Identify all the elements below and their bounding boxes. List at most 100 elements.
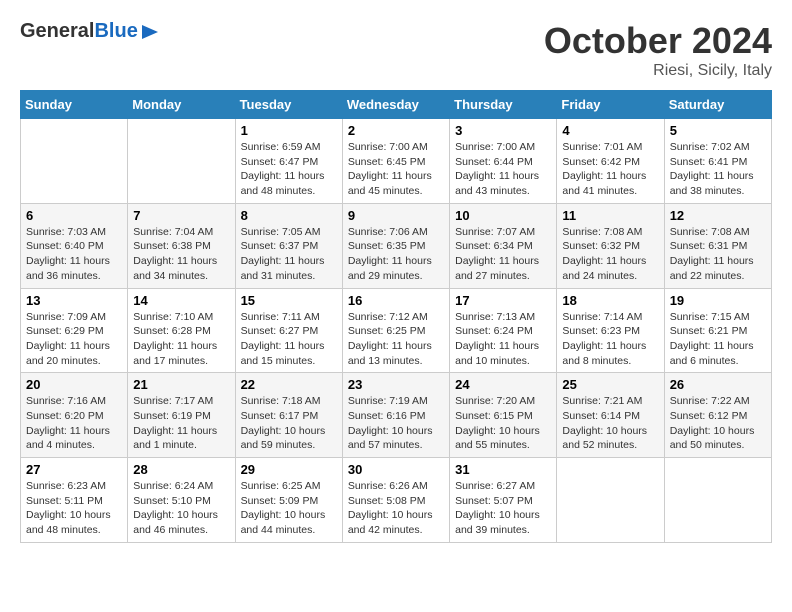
day-number: 22 [241,377,337,392]
calendar-cell [21,119,128,204]
calendar-cell: 19 Sunrise: 7:15 AM Sunset: 6:21 PM Dayli… [664,288,771,373]
day-info: Sunrise: 7:07 AM Sunset: 6:34 PM Dayligh… [455,225,551,284]
day-info: Sunrise: 7:21 AM Sunset: 6:14 PM Dayligh… [562,394,658,453]
calendar-cell: 15Sunrise: 7:11 AM Sunset: 6:27 PM Dayli… [235,288,342,373]
day-number: 9 [348,208,444,223]
calendar-cell: 4 Sunrise: 7:01 AM Sunset: 6:42 PM Daylig… [557,119,664,204]
calendar-cell: 6 Sunrise: 7:03 AM Sunset: 6:40 PM Daylig… [21,203,128,288]
day-number: 1 [241,123,337,138]
day-number: 13 [26,293,122,308]
calendar-cell: 12 Sunrise: 7:08 AM Sunset: 6:31 PM Dayli… [664,203,771,288]
day-number: 11 [562,208,658,223]
day-number: 2 [348,123,444,138]
day-number: 27 [26,462,122,477]
weekday-header-tuesday: Tuesday [235,91,342,119]
calendar-cell: 9 Sunrise: 7:06 AM Sunset: 6:35 PM Daylig… [342,203,449,288]
calendar-cell: 25 Sunrise: 7:21 AM Sunset: 6:14 PM Dayli… [557,373,664,458]
month-title: October 2024 [544,20,772,62]
calendar-cell: 7Sunrise: 7:04 AM Sunset: 6:38 PM Daylig… [128,203,235,288]
day-number: 5 [670,123,766,138]
weekday-header-sunday: Sunday [21,91,128,119]
calendar-cell: 18Sunrise: 7:14 AM Sunset: 6:23 PM Dayli… [557,288,664,373]
logo-blue: Blue [94,20,137,43]
day-info: Sunrise: 7:09 AM Sunset: 6:29 PM Dayligh… [26,310,122,369]
day-info: Sunrise: 6:26 AM Sunset: 5:08 PM Dayligh… [348,479,444,538]
calendar-cell: 13 Sunrise: 7:09 AM Sunset: 6:29 PM Dayli… [21,288,128,373]
logo-arrow-icon [138,21,160,43]
calendar-cell: 23 Sunrise: 7:19 AM Sunset: 6:16 PM Dayli… [342,373,449,458]
day-number: 20 [26,377,122,392]
day-number: 12 [670,208,766,223]
day-number: 28 [133,462,229,477]
calendar-cell: 30Sunrise: 6:26 AM Sunset: 5:08 PM Dayli… [342,458,449,543]
day-info: Sunrise: 7:08 AM Sunset: 6:32 PM Dayligh… [562,225,658,284]
day-info: Sunrise: 7:20 AM Sunset: 6:15 PM Dayligh… [455,394,551,453]
calendar-week-row: 1 Sunrise: 6:59 AM Sunset: 6:47 PM Daylig… [21,119,772,204]
day-info: Sunrise: 7:00 AM Sunset: 6:45 PM Dayligh… [348,140,444,199]
weekday-header-thursday: Thursday [450,91,557,119]
day-info: Sunrise: 7:14 AM Sunset: 6:23 PM Dayligh… [562,310,658,369]
weekday-header-monday: Monday [128,91,235,119]
calendar-cell [128,119,235,204]
page-header: General Blue October 2024 Riesi, Sicily,… [20,20,772,80]
calendar-cell: 24 Sunrise: 7:20 AM Sunset: 6:15 PM Dayli… [450,373,557,458]
calendar-cell: 28 Sunrise: 6:24 AM Sunset: 5:10 PM Dayli… [128,458,235,543]
day-info: Sunrise: 7:10 AM Sunset: 6:28 PM Dayligh… [133,310,229,369]
day-info: Sunrise: 7:15 AM Sunset: 6:21 PM Dayligh… [670,310,766,369]
calendar-header-row: SundayMondayTuesdayWednesdayThursdayFrid… [21,91,772,119]
day-info: Sunrise: 7:08 AM Sunset: 6:31 PM Dayligh… [670,225,766,284]
calendar-cell: 27Sunrise: 6:23 AM Sunset: 5:11 PM Dayli… [21,458,128,543]
day-info: Sunrise: 6:24 AM Sunset: 5:10 PM Dayligh… [133,479,229,538]
day-number: 25 [562,377,658,392]
day-number: 6 [26,208,122,223]
calendar-cell: 11 Sunrise: 7:08 AM Sunset: 6:32 PM Dayli… [557,203,664,288]
day-info: Sunrise: 7:22 AM Sunset: 6:12 PM Dayligh… [670,394,766,453]
day-number: 29 [241,462,337,477]
weekday-header-saturday: Saturday [664,91,771,119]
calendar-cell: 31Sunrise: 6:27 AM Sunset: 5:07 PM Dayli… [450,458,557,543]
day-info: Sunrise: 7:03 AM Sunset: 6:40 PM Dayligh… [26,225,122,284]
calendar-cell [557,458,664,543]
calendar-cell: 5 Sunrise: 7:02 AM Sunset: 6:41 PM Daylig… [664,119,771,204]
logo-general: General [20,20,94,43]
day-info: Sunrise: 7:19 AM Sunset: 6:16 PM Dayligh… [348,394,444,453]
day-number: 26 [670,377,766,392]
day-number: 19 [670,293,766,308]
day-info: Sunrise: 7:12 AM Sunset: 6:25 PM Dayligh… [348,310,444,369]
day-number: 3 [455,123,551,138]
calendar-week-row: 13 Sunrise: 7:09 AM Sunset: 6:29 PM Dayli… [21,288,772,373]
location-subtitle: Riesi, Sicily, Italy [544,62,772,80]
calendar-cell: 29 Sunrise: 6:25 AM Sunset: 5:09 PM Dayli… [235,458,342,543]
calendar-cell [664,458,771,543]
day-number: 14 [133,293,229,308]
calendar-week-row: 6 Sunrise: 7:03 AM Sunset: 6:40 PM Daylig… [21,203,772,288]
calendar-cell: 21Sunrise: 7:17 AM Sunset: 6:19 PM Dayli… [128,373,235,458]
weekday-header-friday: Friday [557,91,664,119]
day-number: 16 [348,293,444,308]
day-number: 23 [348,377,444,392]
day-info: Sunrise: 6:25 AM Sunset: 5:09 PM Dayligh… [241,479,337,538]
calendar-cell: 14 Sunrise: 7:10 AM Sunset: 6:28 PM Dayli… [128,288,235,373]
calendar-cell: 2 Sunrise: 7:00 AM Sunset: 6:45 PM Daylig… [342,119,449,204]
day-info: Sunrise: 7:13 AM Sunset: 6:24 PM Dayligh… [455,310,551,369]
day-number: 4 [562,123,658,138]
day-number: 8 [241,208,337,223]
day-info: Sunrise: 7:01 AM Sunset: 6:42 PM Dayligh… [562,140,658,199]
day-info: Sunrise: 6:59 AM Sunset: 6:47 PM Dayligh… [241,140,337,199]
calendar-cell: 3 Sunrise: 7:00 AM Sunset: 6:44 PM Daylig… [450,119,557,204]
day-number: 24 [455,377,551,392]
day-info: Sunrise: 6:27 AM Sunset: 5:07 PM Dayligh… [455,479,551,538]
weekday-header-wednesday: Wednesday [342,91,449,119]
calendar-cell: 20Sunrise: 7:16 AM Sunset: 6:20 PM Dayli… [21,373,128,458]
calendar-cell: 10Sunrise: 7:07 AM Sunset: 6:34 PM Dayli… [450,203,557,288]
day-info: Sunrise: 7:05 AM Sunset: 6:37 PM Dayligh… [241,225,337,284]
day-info: Sunrise: 7:06 AM Sunset: 6:35 PM Dayligh… [348,225,444,284]
day-info: Sunrise: 7:00 AM Sunset: 6:44 PM Dayligh… [455,140,551,199]
calendar-cell: 1 Sunrise: 6:59 AM Sunset: 6:47 PM Daylig… [235,119,342,204]
day-info: Sunrise: 7:02 AM Sunset: 6:41 PM Dayligh… [670,140,766,199]
calendar-cell: 26 Sunrise: 7:22 AM Sunset: 6:12 PM Dayli… [664,373,771,458]
calendar-cell: 17 Sunrise: 7:13 AM Sunset: 6:24 PM Dayli… [450,288,557,373]
day-number: 17 [455,293,551,308]
logo: General Blue [20,20,160,43]
title-section: October 2024 Riesi, Sicily, Italy [544,20,772,80]
